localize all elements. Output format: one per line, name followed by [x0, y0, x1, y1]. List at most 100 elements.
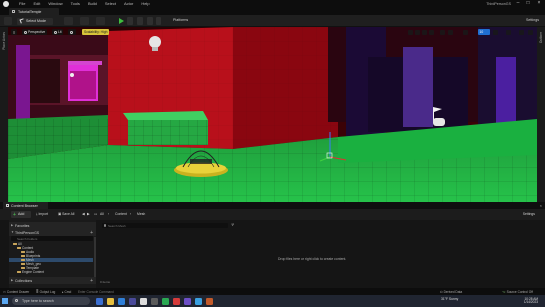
rotation-snap-icon[interactable]	[493, 29, 498, 35]
menu-tools[interactable]: Tools	[71, 1, 80, 6]
asset-view[interactable]: Search Mesh ⧩ Drop files here or right c…	[98, 220, 545, 288]
add-collection-icon[interactable]: +	[90, 278, 93, 284]
file-explorer-icon[interactable]	[107, 297, 114, 305]
taskbar-clock[interactable]: 10:28 AM 1/14/2023	[510, 297, 538, 305]
collections-header[interactable]: ▶ Collections +	[9, 277, 96, 284]
blueprint-icon[interactable]	[80, 17, 89, 25]
taskbar-search-input[interactable]: Type here to search	[12, 297, 90, 305]
cinematics-icon[interactable]	[96, 17, 105, 25]
output-log-button[interactable]: ≣ Output Log	[36, 290, 55, 294]
select-tool-icon[interactable]	[408, 29, 413, 35]
unreal-engine-taskbar-icon[interactable]	[140, 297, 147, 305]
path-all[interactable]: All	[100, 212, 104, 216]
outliner-tab[interactable]: Outliner	[539, 32, 543, 43]
add-folder-icon[interactable]: +	[90, 230, 93, 236]
menu-help[interactable]: Help	[141, 1, 149, 6]
level-viewport[interactable]: ≡ Perspective Lit Scalability: High 10	[8, 27, 537, 202]
import-label: Import	[38, 212, 49, 216]
tree-scrollbar[interactable]	[94, 237, 96, 281]
menu-actor[interactable]: Actor	[124, 1, 133, 6]
filter-icon[interactable]: ⧩	[231, 223, 234, 227]
minimize-button[interactable]: –	[514, 1, 522, 7]
import-button[interactable]: ⤓ Import	[36, 212, 48, 216]
task-view-icon[interactable]	[96, 297, 103, 305]
viewport-menu-icon[interactable]: ≡	[11, 29, 18, 35]
content-browser-tab[interactable]: Content Browser	[3, 202, 48, 209]
menu-edit[interactable]: Edit	[33, 1, 40, 6]
path-mesh[interactable]: Mesh	[137, 212, 145, 216]
add-button[interactable]: + Add	[11, 211, 31, 218]
cb-settings-button[interactable]: Settings	[518, 212, 535, 216]
left-dock-strip: Place Actors	[0, 27, 8, 202]
play-options-icon[interactable]	[156, 17, 161, 25]
favorites-label: Favorites	[15, 223, 30, 228]
folder-icon	[17, 246, 21, 250]
console-input[interactable]: Enter Console Command	[78, 290, 114, 294]
menu-file[interactable]: File	[19, 1, 25, 6]
forward-icon[interactable]: ▶	[87, 212, 90, 216]
rotate-tool-icon[interactable]	[422, 29, 427, 35]
project-header[interactable]: ▼ ThirdPersonGS +	[9, 229, 96, 236]
lit-button[interactable]: Lit	[52, 29, 64, 35]
grid-snap-icon[interactable]	[463, 29, 468, 35]
source-control-button[interactable]: ⌥ Source Control Off	[502, 290, 533, 294]
windows-start-icon[interactable]	[2, 298, 8, 304]
menu-window[interactable]: Window	[48, 1, 62, 6]
scalability-badge[interactable]: Scalability: High	[82, 29, 110, 35]
save-icon[interactable]	[4, 17, 12, 25]
skip-icon[interactable]	[127, 17, 133, 25]
spotify-icon[interactable]	[162, 297, 169, 305]
camera-speed-icon[interactable]	[519, 29, 524, 35]
folder-icon	[21, 254, 25, 258]
settings-button[interactable]: Settings	[521, 18, 539, 22]
favorites-header[interactable]: ▶ Favorites	[9, 222, 96, 229]
path-content[interactable]: Content	[115, 212, 127, 216]
expand-arrow-icon: ▼	[11, 230, 14, 235]
project-title: ThirdPersonGS	[486, 1, 511, 6]
cmd-dropdown[interactable]: ▸ Cmd	[62, 290, 71, 294]
stop-icon[interactable]	[137, 17, 143, 25]
scale-snap-icon[interactable]	[506, 29, 511, 35]
weather-temp: 31°F	[441, 296, 448, 301]
surface-snap-icon[interactable]	[448, 29, 453, 35]
app-icon[interactable]	[195, 297, 202, 305]
maximize-viewport-icon[interactable]	[528, 29, 533, 35]
edge-icon[interactable]	[118, 297, 125, 305]
world-space-icon[interactable]	[440, 29, 445, 35]
play-icon[interactable]	[119, 18, 124, 24]
add-actor-icon[interactable]	[64, 17, 73, 25]
grid-size-button[interactable]: 10	[478, 29, 490, 35]
output-log-label: Output Log	[39, 289, 56, 294]
save-all-button[interactable]: ▣ Save All	[58, 212, 74, 216]
platforms-button[interactable]: Platforms	[168, 18, 188, 22]
app-icon[interactable]	[206, 297, 213, 305]
app-icon[interactable]	[184, 297, 191, 305]
back-icon[interactable]: ◀	[82, 212, 85, 216]
perspective-button[interactable]: Perspective	[22, 29, 48, 35]
store-icon[interactable]	[129, 297, 136, 305]
content-drawer-button[interactable]: ▭ Content Drawer	[3, 290, 29, 294]
lit-icon	[53, 30, 57, 34]
select-mode-dropdown[interactable]: Select Mode	[17, 17, 53, 25]
show-button[interactable]	[68, 29, 76, 35]
search-assets-input[interactable]: Search Mesh	[102, 223, 228, 228]
settings-label: Settings	[526, 18, 539, 22]
status-bar: ▭ Content Drawer ≣ Output Log ▸ Cmd Ente…	[0, 288, 545, 295]
search-folders-input[interactable]: Search Folders	[11, 236, 93, 241]
scale-tool-icon[interactable]	[429, 29, 434, 35]
menu-build[interactable]: Build	[88, 1, 97, 6]
level-tab[interactable]: TutorialTemple	[9, 8, 59, 15]
derived-data-button[interactable]: ⛁ Derived Data	[440, 290, 462, 294]
tree-item-engine-content[interactable]: Engine Content	[17, 270, 44, 274]
close-panel-icon[interactable]: ×	[540, 203, 542, 208]
app-icon[interactable]	[173, 297, 180, 305]
app-icon[interactable]	[151, 297, 158, 305]
maximize-button[interactable]: □	[524, 1, 532, 7]
close-button[interactable]: ×	[535, 1, 543, 7]
weather-widget[interactable]: 31°F Sunny	[441, 296, 458, 302]
eject-icon[interactable]	[147, 17, 153, 25]
menu-select[interactable]: Select	[105, 1, 116, 6]
place-actors-tab[interactable]: Place Actors	[2, 32, 6, 50]
move-tool-icon[interactable]	[415, 29, 420, 35]
folder-icon	[21, 266, 25, 270]
